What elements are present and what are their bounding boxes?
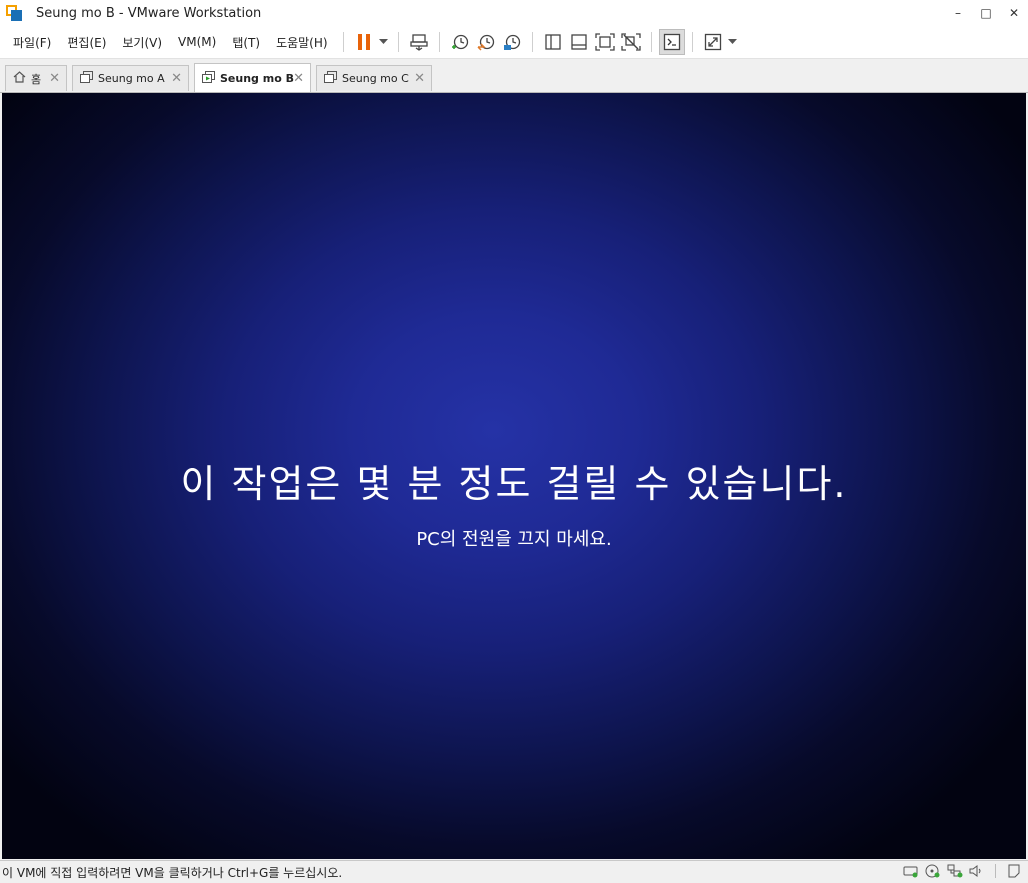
unity-icon [620,33,641,51]
menu-view[interactable]: 보기(V) [114,34,170,51]
close-button[interactable]: ✕ [1000,0,1028,26]
send-ctrl-alt-del-icon [409,34,428,51]
menu-edit[interactable]: 편집(E) [59,34,114,51]
minimize-button[interactable]: – [944,0,972,26]
stretch-dropdown-button[interactable] [726,29,740,55]
status-bar: 이 VM에 직접 입력하려면 VM을 클릭하거나 Ctrl+G를 누르십시오. [0,860,1028,883]
tab-seung-mo-a[interactable]: Seung mo A ✕ [72,65,189,91]
tab-bar: 홈 ✕ Seung mo A ✕ Seung mo B ✕ Seung mo C… [0,59,1028,93]
vm-console-screen[interactable]: 이 작업은 몇 분 정도 걸릴 수 있습니다. PC의 전원을 끄지 마세요. [2,93,1026,859]
show-library-button[interactable] [540,29,566,55]
unity-button[interactable] [618,29,644,55]
fullscreen-icon [594,33,615,51]
close-icon[interactable]: ✕ [49,71,60,86]
tab-label: Seung mo B [220,71,294,85]
sound-card-icon[interactable] [969,863,985,879]
home-icon [13,71,26,86]
thumbnail-bar-icon [570,34,587,50]
toolbar-separator [438,32,440,52]
revert-snapshot-button[interactable] [473,29,499,55]
title-bar: Seung mo B - VMware Workstation – □ ✕ [0,0,1028,26]
toolbar-separator [397,32,399,52]
library-view-icon [544,34,561,50]
vm-tab-icon [80,71,93,86]
snapshot-manager-button[interactable] [499,29,525,55]
menu-file[interactable]: 파일(F) [5,34,59,51]
tab-seung-mo-b[interactable]: Seung mo B ✕ [194,63,311,92]
close-icon[interactable]: ✕ [293,71,304,86]
toolbar-separator [650,32,652,52]
network-adapter-icon[interactable] [947,863,963,879]
thumbnail-bar-button[interactable] [566,29,592,55]
status-separator [995,864,996,878]
toolbar-separator [691,32,693,52]
dropdown-arrow-icon [379,39,389,44]
console-view-icon [663,33,680,51]
take-snapshot-button[interactable] [447,29,473,55]
tab-seung-mo-c[interactable]: Seung mo C ✕ [316,65,432,91]
vmware-logo-icon [6,5,22,21]
window-controls: – □ ✕ [944,0,1028,26]
pause-button[interactable] [351,29,377,55]
send-ctrl-alt-del-button[interactable] [406,29,432,55]
vm-tab-icon [324,71,337,86]
tab-label: Seung mo C [342,72,409,85]
close-icon[interactable]: ✕ [171,71,182,86]
vm-progress-message: 이 작업은 몇 분 정도 걸릴 수 있습니다. [180,462,848,506]
status-message: 이 VM에 직접 입력하려면 VM을 클릭하거나 Ctrl+G를 누르십시오. [2,865,343,880]
snapshot-revert-icon [477,34,494,51]
pause-icon [357,34,370,50]
snapshot-manager-icon [503,34,520,50]
stretch-view-icon [704,33,721,51]
message-log-icon[interactable] [1006,863,1022,879]
tab-label: 홈 [31,72,42,86]
console-view-button[interactable] [658,29,685,55]
menu-help[interactable]: 도움말(H) [268,34,336,51]
vm-running-icon [202,70,215,86]
full-screen-button[interactable] [592,29,618,55]
toolbar-separator [531,32,533,52]
cd-dvd-icon[interactable] [925,863,941,879]
tab-label: Seung mo A [98,72,165,85]
vm-power-warning: PC의 전원을 끄지 마세요. [416,529,612,550]
stretch-guest-button[interactable] [700,29,726,55]
tab-home[interactable]: 홈 ✕ [5,65,67,91]
snapshot-take-icon [451,34,468,50]
menu-tabs[interactable]: 탭(T) [224,34,268,51]
menu-vm[interactable]: VM(M) [170,35,224,49]
maximize-button[interactable]: □ [972,0,1000,26]
close-icon[interactable]: ✕ [414,71,425,86]
menu-toolbar-bar: 파일(F) 편집(E) 보기(V) VM(M) 탭(T) 도움말(H) [0,26,1028,59]
device-status-icons [903,863,1022,879]
window-title: Seung mo B - VMware Workstation [36,5,262,21]
hard-disk-icon[interactable] [903,863,919,879]
dropdown-arrow-icon [728,39,738,44]
power-dropdown-button[interactable] [377,29,391,55]
toolbar-separator [342,32,344,52]
